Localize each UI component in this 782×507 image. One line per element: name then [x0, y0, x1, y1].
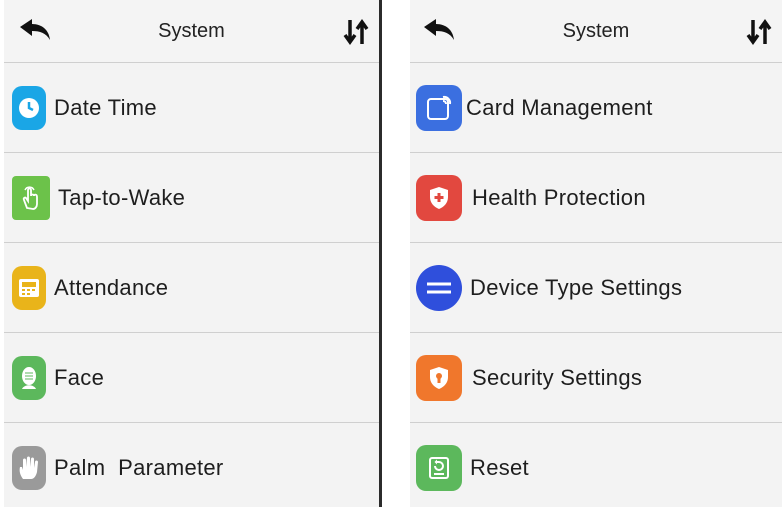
menu-item-reset[interactable]: Reset	[410, 422, 782, 507]
menu-item-label: Attendance	[54, 274, 169, 300]
shield-plus-icon	[416, 174, 462, 221]
reset-icon	[416, 444, 462, 491]
palm-icon	[12, 445, 46, 490]
face-icon	[12, 355, 46, 400]
page-title: System	[158, 19, 225, 42]
security-shield-icon	[416, 354, 462, 401]
clock-icon	[12, 85, 46, 130]
menu-item-card-management[interactable]: Card Management	[410, 62, 782, 152]
sort-arrows-icon[interactable]	[746, 18, 772, 46]
menu-item-face[interactable]: Face	[4, 332, 379, 422]
sort-arrows-icon[interactable]	[343, 18, 369, 46]
menu-item-attendance[interactable]: Attendance	[4, 242, 379, 332]
menu-item-label: Tap-to-Wake	[58, 184, 186, 210]
page-title: System	[562, 19, 630, 42]
header: System	[4, 0, 379, 62]
menu-item-label: Reset	[470, 454, 529, 480]
menu-item-label: Palm Parameter	[54, 454, 224, 480]
switch-icon	[416, 264, 462, 311]
right-screen: System Card Management Health Protection…	[410, 0, 782, 507]
attendance-icon	[12, 265, 46, 310]
menu-item-tap-to-wake[interactable]: Tap-to-Wake	[4, 152, 379, 242]
left-screen: System Date Time Tap-to-Wake Attendance …	[4, 0, 382, 507]
menu-item-palm-parameter[interactable]: Palm Parameter	[4, 422, 379, 507]
menu-item-label: Card Management	[466, 94, 653, 120]
menu-item-date-time[interactable]: Date Time	[4, 62, 379, 152]
menu-item-label: Security Settings	[472, 364, 643, 390]
menu-item-health-protection[interactable]: Health Protection	[410, 152, 782, 242]
menu-item-security-settings[interactable]: Security Settings	[410, 332, 782, 422]
menu-item-device-type-settings[interactable]: Device Type Settings	[410, 242, 782, 332]
back-arrow-icon[interactable]	[422, 18, 456, 44]
header: System	[410, 0, 782, 62]
menu-item-label: Health Protection	[472, 184, 646, 210]
card-icon	[416, 84, 462, 131]
menu-item-label: Face	[54, 364, 105, 390]
menu-item-label: Date Time	[54, 94, 157, 120]
back-arrow-icon[interactable]	[18, 18, 52, 44]
menu-item-label: Device Type Settings	[470, 274, 683, 300]
tap-hand-icon	[12, 175, 50, 220]
